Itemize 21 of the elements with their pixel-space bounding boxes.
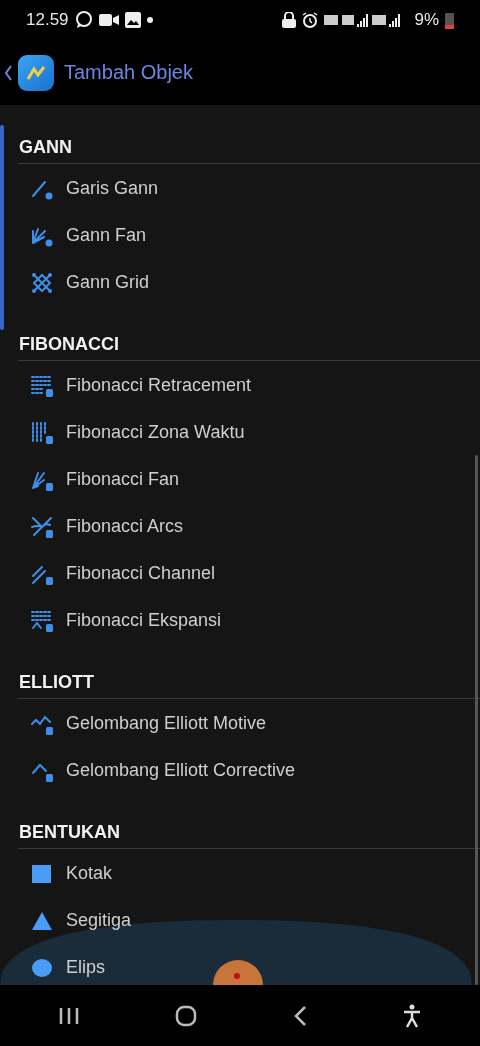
- status-time: 12.59: [26, 10, 69, 30]
- object-item[interactable]: Fibonacci Fan: [0, 456, 480, 503]
- object-item[interactable]: Gann Grid: [0, 259, 480, 306]
- object-item[interactable]: Gelombang Elliott Corrective: [0, 747, 480, 794]
- object-item[interactable]: Kotak: [0, 850, 480, 897]
- section-heading: FIBONACCI: [19, 334, 120, 354]
- object-item[interactable]: Fibonacci Zona Waktu: [0, 409, 480, 456]
- section-heading: GANN: [19, 137, 73, 157]
- object-item[interactable]: Elips: [0, 944, 480, 985]
- battery-percent: 9%: [414, 10, 439, 30]
- object-item[interactable]: Garis Gann: [0, 165, 480, 212]
- object-item[interactable]: Fibonacci Ekspansi: [0, 597, 480, 644]
- section-heading: BENTUKAN: [19, 822, 121, 842]
- object-item[interactable]: Fibonacci Channel: [0, 550, 480, 597]
- object-item[interactable]: Fibonacci Retracement: [0, 362, 480, 409]
- section-heading: ELLIOTT: [19, 672, 95, 692]
- object-item[interactable]: Segitiga: [0, 897, 480, 944]
- screen-title: Tambah Objek: [64, 61, 193, 84]
- object-item[interactable]: Gelombang Elliott Motive: [0, 700, 480, 747]
- object-item[interactable]: Gann Fan: [0, 212, 480, 259]
- object-item[interactable]: Fibonacci Arcs: [0, 503, 480, 550]
